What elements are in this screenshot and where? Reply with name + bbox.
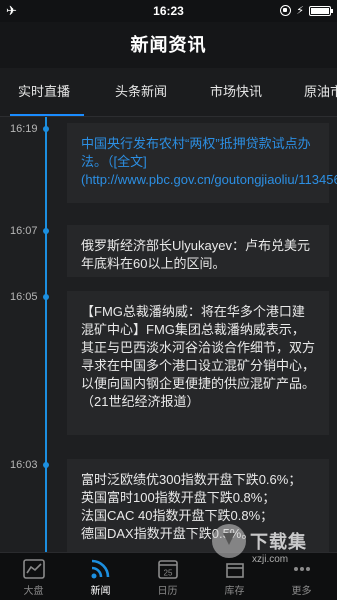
status-indicators: ⚡: [280, 4, 333, 17]
chart-icon: [22, 559, 45, 579]
tabbar-label: 新闻: [90, 586, 111, 597]
timeline-dot: [43, 228, 49, 234]
status-bar: ✈ 16:23 ⚡: [0, 0, 337, 22]
rss-icon: [91, 559, 109, 579]
news-text-link[interactable]: 中国央行发布农村“两权”抵押贷款试点办法。（[全文](http://www.pb…: [67, 123, 337, 203]
active-tab-indicator: [10, 114, 84, 116]
watermark-url: xzji.com: [252, 554, 289, 565]
news-time: 16:07: [10, 225, 38, 237]
news-text: 【FMG总裁潘纳威：将在华多个港口建混矿中心】FMG集团总裁潘纳威表示，其正与巴…: [67, 291, 329, 435]
download-icon: [212, 524, 246, 558]
news-line: 富时泛欧绩优300指数开盘下跌0.6%；: [81, 472, 302, 487]
timeline-line: [45, 117, 47, 552]
news-feed[interactable]: 16:19 中国央行发布农村“两权”抵押贷款试点办法。（[全文](http://…: [0, 117, 337, 552]
watermark: 下载集 xzji.com: [208, 522, 336, 586]
charging-icon: ⚡: [296, 5, 304, 17]
tab-crude-oil[interactable]: 原油市: [304, 68, 337, 116]
tabbar-market[interactable]: 大盘: [0, 553, 67, 600]
category-tabs: 实时直播 头条新闻 市场快讯 原油市: [0, 68, 337, 117]
calendar-icon: 25: [157, 560, 178, 579]
nav-bar: 新闻资讯: [0, 22, 337, 68]
page-title: 新闻资讯: [130, 35, 207, 55]
tab-market-flash[interactable]: 市场快讯: [210, 68, 262, 116]
battery-icon: [309, 5, 333, 16]
news-text: 俄罗斯经济部长Ulyukayev：卢布兑美元年底料在60以上的区间。: [67, 225, 329, 277]
tabbar-label: 日历: [157, 586, 178, 597]
news-time: 16:03: [10, 459, 38, 471]
rotation-lock-icon: [280, 5, 292, 16]
tabbar-calendar[interactable]: 25 日历: [134, 553, 201, 600]
watermark-text: 下载集: [250, 532, 307, 552]
timeline-dot: [43, 294, 49, 300]
app-screen: ✈ 16:23 ⚡ 新闻资讯 实时直播 头条新闻 市场快讯 原油市 16:19 …: [0, 0, 337, 600]
tab-headlines[interactable]: 头条新闻: [115, 68, 167, 116]
news-line: 英国富时100指数开盘下跌0.8%；: [81, 490, 276, 505]
timeline-dot: [43, 462, 49, 468]
tab-live[interactable]: 实时直播: [18, 68, 70, 116]
news-time: 16:05: [10, 291, 38, 303]
news-time: 16:19: [10, 123, 38, 135]
tabbar-news[interactable]: 新闻: [67, 553, 134, 600]
timeline-dot: [43, 126, 49, 132]
tabbar-label: 大盘: [23, 586, 44, 597]
calendar-badge: 25: [163, 569, 172, 578]
